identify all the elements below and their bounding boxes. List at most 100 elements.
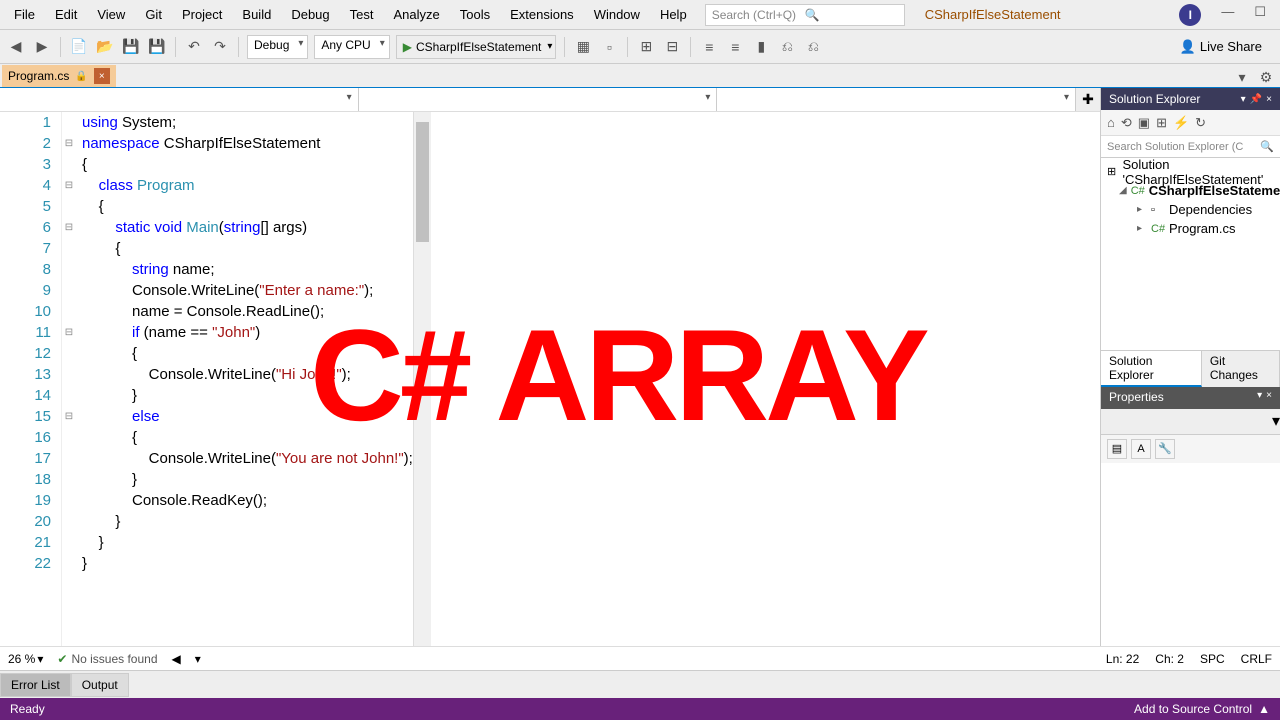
tb-icon-2[interactable]: ▫ [599, 37, 619, 57]
split-editor-button[interactable]: ✚ [1076, 88, 1100, 111]
close-panel-icon[interactable]: × [1266, 94, 1272, 105]
refresh-icon[interactable]: ↻ [1195, 115, 1206, 131]
tree-dependencies[interactable]: ▸ ▫ Dependencies [1101, 200, 1280, 219]
alphabetize-icon[interactable]: A [1131, 439, 1151, 459]
menu-test[interactable]: Test [340, 3, 384, 26]
expander-icon[interactable]: ▸ [1137, 223, 1147, 234]
nav-project-dropdown[interactable] [0, 88, 359, 111]
arrow-up-icon[interactable]: ▲ [1258, 702, 1270, 716]
tb-icon-1[interactable]: ▦ [573, 37, 593, 57]
new-project-icon[interactable]: 📄 [69, 37, 89, 57]
tab-gear-icon[interactable]: ⚙ [1256, 67, 1276, 87]
start-button[interactable]: ▶ CSharpIfElseStatement [396, 35, 557, 59]
search-input[interactable]: Search (Ctrl+Q) 🔍 [705, 4, 905, 26]
check-icon: ✔ [57, 652, 67, 666]
menu-analyze[interactable]: Analyze [383, 3, 449, 26]
bottom-panel-tabs: Error List Output [0, 670, 1280, 698]
editor: ✚ 12345678910111213141516171819202122 ⊟⊟… [0, 88, 1100, 646]
menu-build[interactable]: Build [232, 3, 281, 26]
csharp-project-icon: C# [1131, 185, 1145, 197]
nav-icon[interactable]: ◀ [172, 652, 181, 666]
sync-icon[interactable]: ⟲ [1121, 115, 1132, 131]
expander-icon[interactable]: ◢ [1119, 185, 1127, 196]
solution-search[interactable]: Search Solution Explorer (C 🔍 [1101, 136, 1280, 158]
maximize-icon[interactable]: ☐ [1254, 4, 1266, 26]
close-icon[interactable]: × [1266, 390, 1272, 406]
menu-project[interactable]: Project [172, 3, 232, 26]
tab-error-list[interactable]: Error List [0, 673, 71, 697]
menu-window[interactable]: Window [584, 3, 650, 26]
search-placeholder: Search (Ctrl+Q) [712, 8, 805, 22]
home-icon[interactable]: ⌂ [1107, 115, 1115, 130]
comment-icon[interactable]: ▮ [751, 37, 771, 57]
expander-icon[interactable]: ▸ [1137, 204, 1147, 215]
redo-icon[interactable]: ↷ [210, 37, 230, 57]
line-ending[interactable]: CRLF [1241, 652, 1272, 666]
properties-body [1101, 463, 1280, 647]
minimize-icon[interactable]: — [1221, 4, 1234, 26]
tab-close-button[interactable]: × [94, 68, 110, 84]
tab-solution-explorer[interactable]: Solution Explorer [1101, 351, 1202, 387]
config-dropdown[interactable]: Debug [247, 35, 308, 59]
menu-tools[interactable]: Tools [450, 3, 500, 26]
save-icon[interactable]: 💾 [121, 37, 141, 57]
tb-icon-5[interactable]: ⎌ [777, 37, 797, 57]
menu-help[interactable]: Help [650, 3, 697, 26]
menu-extensions[interactable]: Extensions [500, 3, 584, 26]
menu-debug[interactable]: Debug [281, 3, 339, 26]
properties-title: Properties ▾ × [1101, 387, 1280, 409]
menu-file[interactable]: File [4, 3, 45, 26]
forward-icon[interactable]: ▶ [32, 37, 52, 57]
properties-toolbar: ▤ A 🔧 [1101, 435, 1280, 463]
tree-file-program[interactable]: ▸ C# Program.cs [1101, 219, 1280, 238]
zoom-dropdown[interactable]: 26 %▾ [8, 652, 43, 666]
play-icon: ▶ [403, 40, 412, 54]
open-icon[interactable]: 📂 [95, 37, 115, 57]
menu-git[interactable]: Git [135, 3, 172, 26]
tb-icon-3[interactable]: ⊞ [636, 37, 656, 57]
indent-icon[interactable]: ≡ [699, 37, 719, 57]
user-avatar[interactable]: I [1179, 4, 1201, 26]
solution-tree[interactable]: ⊞ Solution 'CSharpIfElseStatement' ◢ C# … [1101, 158, 1280, 350]
tab-program-cs[interactable]: Program.cs 🔒 × [2, 65, 116, 87]
sidebar: Solution Explorer ▾ 📌 × ⌂ ⟲ ▣ ⊞ ⚡ ↻ Sear… [1100, 88, 1280, 646]
panel-switcher: Solution Explorer Git Changes [1101, 350, 1280, 387]
indent-mode[interactable]: SPC [1200, 652, 1225, 666]
sln-tb-icon2[interactable]: ⊞ [1156, 115, 1167, 131]
autohide-icon[interactable]: 📌 [1250, 94, 1262, 105]
properties-selector[interactable]: ▾ [1101, 409, 1280, 435]
sln-tb-icon[interactable]: ▣ [1138, 115, 1150, 131]
dependencies-icon: ▫ [1151, 204, 1165, 216]
tab-dropdown-icon[interactable]: ▾ [1232, 67, 1252, 87]
undo-icon[interactable]: ↶ [184, 37, 204, 57]
code-content[interactable]: using System; namespace CSharpIfElseStat… [76, 112, 413, 646]
platform-dropdown[interactable]: Any CPU [314, 35, 389, 59]
save-all-icon[interactable]: 💾 [147, 37, 167, 57]
outdent-icon[interactable]: ≡ [725, 37, 745, 57]
cursor-line: Ln: 22 [1106, 652, 1139, 666]
source-control-button[interactable]: Add to Source Control [1134, 702, 1252, 716]
categorize-icon[interactable]: ▤ [1107, 439, 1127, 459]
back-icon[interactable]: ◀ [6, 37, 26, 57]
pin-icon[interactable]: ▾ [1257, 390, 1262, 406]
tab-output[interactable]: Output [71, 673, 129, 697]
tb-icon-4[interactable]: ⊟ [662, 37, 682, 57]
liveshare-label: Live Share [1200, 39, 1262, 54]
tree-solution[interactable]: ⊞ Solution 'CSharpIfElseStatement' [1101, 162, 1280, 181]
vertical-scrollbar[interactable] [413, 112, 431, 646]
pin-icon[interactable]: ▾ [1241, 94, 1246, 105]
sln-tb-icon3[interactable]: ⚡ [1173, 115, 1189, 131]
code-area[interactable]: 12345678910111213141516171819202122 ⊟⊟⊟⊟… [0, 112, 1100, 646]
props-page-icon[interactable]: 🔧 [1155, 439, 1175, 459]
document-tabs: Program.cs 🔒 × ▾ ⚙ [0, 64, 1280, 88]
issues-indicator[interactable]: ✔ No issues found [57, 652, 157, 666]
menu-view[interactable]: View [87, 3, 135, 26]
tb-icon-6[interactable]: ⎌ [803, 37, 823, 57]
tab-git-changes[interactable]: Git Changes [1202, 351, 1280, 387]
liveshare-button[interactable]: 👤 Live Share [1180, 39, 1274, 55]
nav-class-dropdown[interactable] [359, 88, 718, 111]
menu-edit[interactable]: Edit [45, 3, 87, 26]
nav-icon[interactable]: ▾ [195, 652, 201, 666]
nav-member-dropdown[interactable] [717, 88, 1076, 111]
scrollbar-thumb[interactable] [416, 122, 429, 242]
